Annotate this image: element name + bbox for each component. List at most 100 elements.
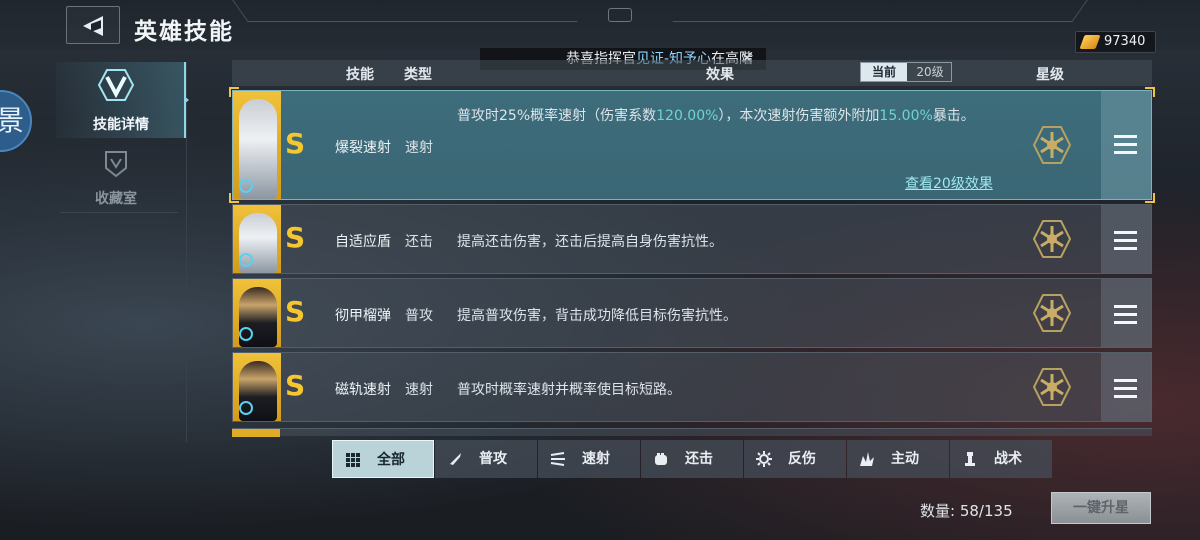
- filter-tab-rapid-fire[interactable]: 速射: [538, 440, 640, 478]
- skill-type: 普攻: [405, 308, 433, 324]
- effect-value: 15.00%: [879, 108, 933, 124]
- table-header: 技能 类型 效果 星级: [232, 60, 1152, 86]
- sidebar-item-label: 收藏室: [95, 191, 137, 207]
- filter-tab-normal-attack[interactable]: 普攻: [435, 440, 537, 478]
- skill-name: 自适应盾: [335, 234, 391, 250]
- grade-badge: S: [285, 295, 306, 328]
- top-center-ornament: [608, 8, 632, 22]
- list-icon: [1114, 313, 1137, 316]
- bullet-icon: [450, 453, 461, 465]
- left-edge-char: 景: [0, 104, 24, 137]
- list-icon: [1114, 305, 1137, 308]
- list-icon: [1114, 143, 1137, 146]
- magnifier-icon[interactable]: [239, 327, 253, 341]
- filter-tab-counter[interactable]: 还击: [641, 440, 743, 478]
- filter-tab-label: 全部: [377, 452, 405, 468]
- list-icon: [1114, 135, 1137, 138]
- effect-text: ），本次速射伤害额外附加: [718, 108, 880, 124]
- burst-icon: [860, 452, 874, 466]
- filter-tab-active[interactable]: 主动: [847, 440, 949, 478]
- list-icon: [1114, 247, 1137, 250]
- effect-text: 普攻时25%概率速射（伤害系数: [457, 108, 657, 124]
- skill-row[interactable]: S 自适应盾 还击 提高还击伤害，还击后提高自身伤害抗性。: [232, 204, 1152, 274]
- filter-tab-reflect[interactable]: 反伤: [744, 440, 846, 478]
- skill-name: 爆裂速射: [335, 140, 391, 156]
- skill-name: 彻甲榴弹: [335, 308, 391, 324]
- skill-row[interactable]: S 彻甲榴弹 普攻 提高普攻伤害，背击成功降低目标伤害抗性。: [232, 278, 1152, 348]
- count-label: 数量:: [920, 502, 956, 520]
- skill-menu-button[interactable]: [1101, 353, 1151, 421]
- one-click-upgrade-button[interactable]: 一键升星: [1051, 492, 1151, 524]
- skill-menu-button[interactable]: [1101, 279, 1151, 347]
- effect-text: 暴击。: [932, 108, 975, 124]
- magnifier-icon[interactable]: [239, 253, 253, 267]
- sidebar-item-label: 技能详情: [93, 117, 149, 133]
- col-header-effect: 效果: [706, 67, 734, 83]
- col-header-skill: 技能: [346, 67, 374, 83]
- top-frame-deco-right: [672, 0, 1088, 22]
- list-icon: [1114, 387, 1137, 390]
- skill-menu-button[interactable]: [1101, 91, 1151, 199]
- currency-display[interactable]: 97340: [1075, 31, 1156, 53]
- list-icon: [1114, 151, 1137, 154]
- fist-icon: [655, 453, 667, 465]
- skill-type: 速射: [405, 382, 433, 398]
- back-button[interactable]: [66, 6, 120, 44]
- filter-tab-label: 战术: [994, 451, 1022, 467]
- filter-tab-label: 普攻: [479, 451, 507, 467]
- filter-tab-label: 主动: [891, 451, 919, 467]
- filter-tab-label: 反伤: [788, 451, 816, 467]
- skill-row-partial: [232, 428, 1152, 437]
- skill-type: 速射: [405, 140, 433, 156]
- skill-effect: 普攻时概率速射并概率使目标短路。: [457, 382, 681, 398]
- currency-amount: 97340: [1104, 34, 1146, 49]
- filter-tabs: 全部 普攻 速射 还击 反伤 主动 战术: [332, 440, 1052, 478]
- star-level-icon[interactable]: [1031, 292, 1073, 334]
- list-icon: [1114, 321, 1137, 324]
- left-edge-tab[interactable]: 景: [0, 90, 32, 152]
- speed-lines-icon: [550, 452, 565, 466]
- skill-menu-button[interactable]: [1101, 205, 1151, 273]
- star-level-icon[interactable]: [1031, 124, 1073, 166]
- list-icon: [1114, 231, 1137, 234]
- shield-icon: [105, 151, 127, 178]
- list-icon: [1114, 379, 1137, 382]
- filter-tab-label: 还击: [685, 451, 713, 467]
- sidebar-item-skill-details[interactable]: 技能详情: [56, 62, 186, 138]
- toggle-current[interactable]: 当前: [861, 63, 907, 81]
- magnifier-icon[interactable]: [239, 401, 253, 415]
- grade-badge: S: [285, 369, 306, 402]
- toggle-level20[interactable]: 20级: [907, 63, 953, 81]
- level-toggle[interactable]: 当前 20级: [860, 62, 952, 82]
- skill-name: 磁轨速射: [335, 382, 391, 398]
- v-emblem-icon: [98, 69, 134, 101]
- hero-portrait[interactable]: [233, 279, 281, 347]
- filter-tab-all[interactable]: 全部: [332, 440, 434, 478]
- count-value: 58/135: [959, 502, 1013, 520]
- hero-portrait[interactable]: [233, 91, 281, 199]
- star-level-icon[interactable]: [1031, 366, 1073, 408]
- nav-divider: [60, 212, 178, 213]
- list-icon: [1114, 239, 1137, 242]
- skill-row[interactable]: S 磁轨速射 速射 普攻时概率速射并概率使目标短路。: [232, 352, 1152, 422]
- list-icon: [1114, 395, 1137, 398]
- skill-effect: 提高还击伤害，还击后提高自身伤害抗性。: [457, 234, 723, 250]
- hero-portrait[interactable]: [233, 205, 281, 273]
- effect-value: 120.00%: [656, 108, 719, 124]
- grid-icon: [346, 453, 360, 467]
- col-header-type: 类型: [404, 67, 432, 83]
- gold-bar-icon: [1079, 35, 1101, 49]
- view-level20-link[interactable]: 查看20级效果: [905, 173, 993, 193]
- tower-icon: [965, 452, 975, 466]
- filter-tab-tactic[interactable]: 战术: [950, 440, 1052, 478]
- sidebar-item-collection[interactable]: 收藏室: [56, 142, 186, 212]
- star-level-icon[interactable]: [1031, 218, 1073, 260]
- filter-tab-label: 速射: [582, 451, 610, 467]
- skill-row[interactable]: S 爆裂速射 速射 普攻时25%概率速射（伤害系数120.00%），本次速射伤害…: [229, 87, 1155, 203]
- hero-portrait[interactable]: [233, 353, 281, 421]
- nav-active-indicator: [184, 96, 189, 104]
- col-header-star: 星级: [1036, 67, 1064, 83]
- magnifier-icon[interactable]: [239, 179, 253, 193]
- skill-count: 数量: 58/135: [920, 500, 1013, 521]
- top-frame-deco-left: [232, 0, 578, 22]
